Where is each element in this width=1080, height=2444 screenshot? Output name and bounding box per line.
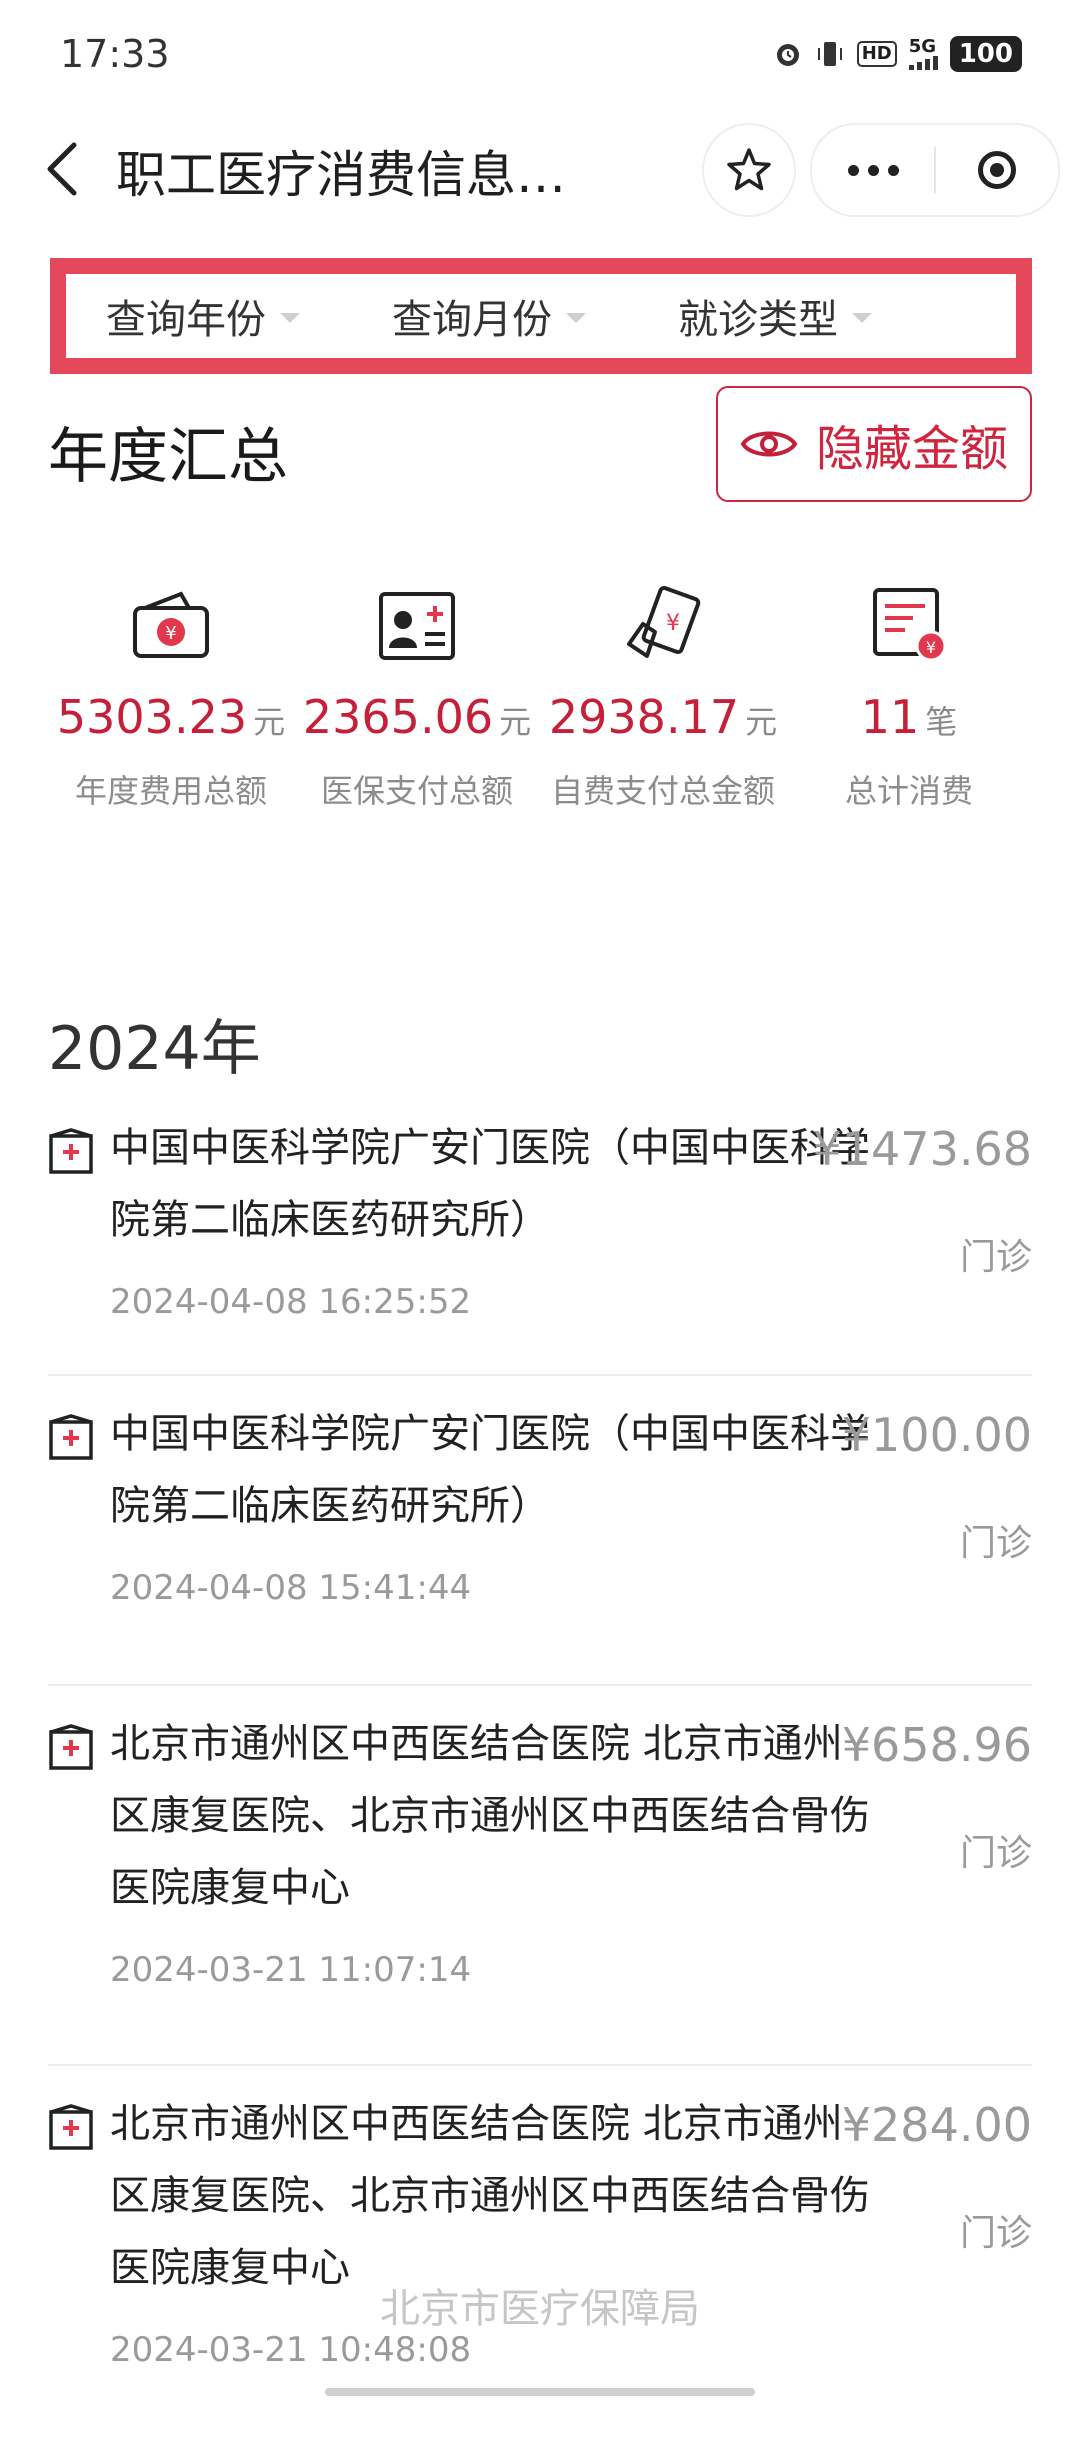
hospital-icon — [49, 1128, 93, 1174]
caret-down-icon — [566, 313, 586, 323]
filter-year-label: 查询年份 — [106, 297, 266, 343]
filter-year[interactable]: 查询年份 — [106, 287, 300, 345]
stat-total-cost: ¥ 5303.23 元 年度费用总额 — [48, 584, 294, 812]
stat-total-cost-unit: 元 — [253, 703, 286, 741]
filter-month-label: 查询月份 — [392, 297, 552, 343]
stat-transaction-count-label: 总计消费 — [844, 772, 973, 810]
signal-group: 5G — [908, 36, 938, 70]
stat-self-paid-value: 2938.17 — [548, 690, 740, 744]
close-program-button[interactable] — [936, 125, 1058, 215]
svg-text:¥: ¥ — [666, 611, 680, 636]
self-pay-icon: ¥ — [627, 585, 701, 658]
filter-bar: 查询年份 查询月份 就诊类型 — [50, 258, 1032, 374]
back-arrow-icon[interactable] — [36, 139, 92, 199]
home-indicator[interactable] — [325, 2388, 755, 2396]
target-icon — [978, 151, 1016, 189]
stat-total-cost-label: 年度费用总额 — [74, 772, 267, 810]
signal-icon — [908, 56, 938, 70]
more-button[interactable] — [812, 125, 934, 215]
filter-visit-type[interactable]: 就诊类型 — [678, 287, 872, 345]
record-amount: ¥658.96 — [841, 1718, 1032, 1772]
record-hospital: 中国中医科学院广安门医院（中国中医科学院第二临床医药研究所） — [110, 1125, 870, 1243]
year-heading: 2024年 — [48, 1014, 261, 1084]
hospital-icon — [49, 1724, 93, 1770]
record-hospital: 北京市通州区中西医结合医院 北京市通州区康复医院、北京市通州区中西医结合骨伤医院… — [110, 1721, 870, 1911]
summary-title: 年度汇总 — [48, 422, 288, 492]
summary-stats: ¥ 5303.23 元 年度费用总额 2365.06 元 医保支付总额 ¥ 2938… — [48, 584, 1032, 812]
stat-insurance-paid: 2365.06 元 医保支付总额 — [294, 584, 540, 812]
svg-text:¥: ¥ — [926, 638, 936, 657]
stat-insurance-paid-unit: 元 — [499, 703, 532, 741]
battery-icon: 100 — [949, 36, 1022, 72]
alarm-icon — [776, 44, 799, 66]
filter-visit-type-label: 就诊类型 — [678, 297, 838, 343]
stat-self-paid-unit: 元 — [745, 703, 778, 741]
status-icons: HD 5G 100 — [773, 36, 1022, 72]
hide-amount-label: 隐藏金额 — [815, 421, 1008, 477]
record-amount: ¥100.00 — [841, 1408, 1032, 1462]
svg-text:¥: ¥ — [165, 623, 176, 644]
stat-self-paid: ¥ 2938.17 元 自费支付总金额 — [540, 584, 786, 812]
stat-transaction-count: ¥ 11 笔 总计消费 — [786, 584, 1032, 812]
more-dots-icon — [847, 164, 899, 176]
eye-icon — [740, 431, 798, 457]
list-item[interactable]: 中国中医科学院广安门医院（中国中医科学院第二临床医药研究所） ¥100.00 门… — [48, 1398, 1032, 1686]
record-list: 中国中医科学院广安门医院（中国中医科学院第二临床医药研究所） ¥1473.68 … — [48, 1112, 1032, 2444]
status-bar: 17:33 HD 5G 100 — [0, 0, 1080, 110]
stat-total-cost-value: 5303.23 — [56, 690, 248, 744]
hospital-icon — [49, 2104, 93, 2150]
receipt-icon: ¥ — [873, 588, 947, 662]
list-item[interactable]: 中国中医科学院广安门医院（中国中医科学院第二临床医药研究所） ¥1473.68 … — [48, 1112, 1032, 1376]
stat-insurance-paid-value: 2365.06 — [302, 690, 494, 744]
record-time: 2024-03-21 10:48:08 — [110, 2330, 472, 2370]
favorite-button[interactable] — [702, 123, 796, 217]
record-hospital: 北京市通州区中西医结合医院 北京市通州区康复医院、北京市通州区中西医结合骨伤医院… — [110, 2101, 870, 2291]
record-time: 2024-04-08 15:41:44 — [110, 1568, 472, 1608]
hd-badge: HD — [856, 41, 897, 67]
stat-insurance-paid-label: 医保支付总额 — [320, 772, 513, 810]
record-amount: ¥1473.68 — [812, 1122, 1033, 1176]
record-type: 门诊 — [959, 1237, 1032, 1278]
record-type: 门诊 — [959, 1523, 1032, 1564]
caret-down-icon — [852, 313, 872, 323]
stat-self-paid-label: 自费支付总金额 — [550, 772, 775, 810]
record-time: 2024-04-08 16:25:52 — [110, 1282, 472, 1322]
wallet-yuan-icon: ¥ — [133, 591, 209, 658]
list-item[interactable]: 北京市通州区中西医结合医院 北京市通州区康复医院、北京市通州区中西医结合骨伤医院… — [48, 1708, 1032, 2066]
filter-month[interactable]: 查询月份 — [392, 287, 586, 345]
nav-bar: 职工医疗消费信息… — [0, 115, 1080, 225]
status-time: 17:33 — [60, 32, 170, 76]
hide-amount-button[interactable]: 隐藏金额 — [716, 386, 1032, 502]
record-hospital: 中国中医科学院广安门医院（中国中医科学院第二临床医药研究所） — [110, 1411, 870, 1529]
record-amount: ¥284.00 — [841, 2098, 1032, 2152]
record-type: 门诊 — [959, 1833, 1032, 1874]
mini-program-capsule — [810, 123, 1060, 217]
stat-transaction-count-unit: 笔 — [925, 703, 958, 741]
record-time: 2024-03-21 11:07:14 — [110, 1950, 472, 1990]
page-title: 职工医疗消费信息… — [116, 146, 566, 204]
network-type: 5G — [908, 36, 937, 57]
caret-down-icon — [280, 313, 300, 323]
stat-transaction-count-value: 11 — [860, 690, 920, 744]
hospital-icon — [49, 1414, 93, 1460]
record-type: 门诊 — [959, 2213, 1032, 2254]
vibrate-icon — [817, 42, 842, 66]
insurance-card-icon — [379, 592, 455, 660]
star-icon — [727, 148, 771, 191]
